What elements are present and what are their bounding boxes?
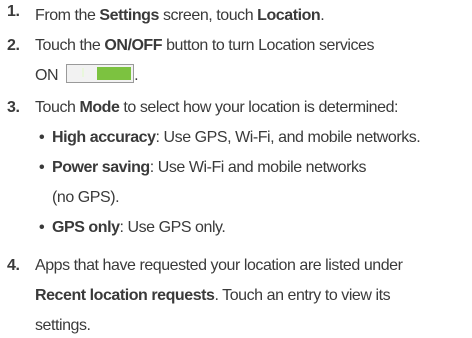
list-item: • GPS only: Use GPS only. (35, 216, 472, 240)
text-run: to select how your location is determine… (119, 99, 399, 116)
step-number: 4. (7, 257, 20, 274)
option-text-continued: (no GPS). (52, 189, 120, 206)
option-label: High accuracy (52, 129, 156, 146)
recent-location-requests-term: Recent location requests (35, 287, 215, 304)
on-toggle-icon (66, 64, 135, 84)
text-run: From the (35, 7, 100, 24)
option-text: : Use GPS, Wi-Fi, and mobile networks. (155, 129, 421, 146)
toggle-fill (97, 67, 132, 81)
step-text-line: settings. (35, 317, 91, 334)
text-run: Touch the (35, 37, 105, 54)
list-item: • High accuracy: Use GPS, Wi-Fi, and mob… (35, 126, 472, 150)
bullet-icon: • (39, 159, 45, 176)
mode-term: Mode (79, 99, 120, 116)
mode-options-list: • High accuracy: Use GPS, Wi-Fi, and mob… (35, 126, 472, 240)
step-1: 1. From the Settings screen, touch Locat… (0, 0, 472, 28)
step-number: 2. (7, 37, 20, 54)
step-2: 2. Touch the ON/OFF button to turn Locat… (0, 34, 472, 88)
step-text-line: Touch Mode to select how your location i… (35, 96, 472, 120)
text-run: screen, touch (158, 7, 258, 24)
text-run: Touch (35, 99, 80, 116)
step-text: From the Settings screen, touch Location… (35, 7, 325, 24)
text-run: . (320, 7, 325, 24)
step-text-line: Recent location requests. Touch an entry… (35, 284, 472, 308)
text-run: button to turn Location services (162, 37, 375, 54)
step-4: 4. Apps that have requested your locatio… (0, 254, 472, 338)
step-text-line: Apps that have requested your location a… (35, 257, 403, 274)
text-run: . (134, 67, 139, 84)
on-off-term: ON/OFF (104, 37, 163, 54)
text-run: ON (35, 67, 59, 84)
bullet-icon: • (39, 219, 45, 236)
step-3: 3. Touch Mode to select how your locatio… (0, 96, 472, 240)
option-text: : Use GPS only. (119, 219, 226, 236)
text-run: . Touch an entry to view its (214, 287, 391, 304)
step-number: 1. (7, 3, 20, 20)
location-term: Location (257, 7, 321, 24)
step-text-line: Touch the ON/OFF button to turn Location… (35, 34, 472, 58)
manual-page: 1. From the Settings screen, touch Locat… (0, 0, 472, 334)
step-text-line: ON. (35, 64, 472, 88)
option-label: GPS only (52, 219, 120, 236)
settings-term: Settings (99, 7, 159, 24)
bullet-icon: • (39, 129, 45, 146)
list-item: • Power saving: Use Wi-Fi and mobile net… (35, 156, 472, 210)
option-label: Power saving (52, 159, 150, 176)
option-text: : Use Wi-Fi and mobile networks (149, 159, 367, 176)
step-number: 3. (7, 99, 20, 116)
toggle-grip (82, 68, 85, 78)
